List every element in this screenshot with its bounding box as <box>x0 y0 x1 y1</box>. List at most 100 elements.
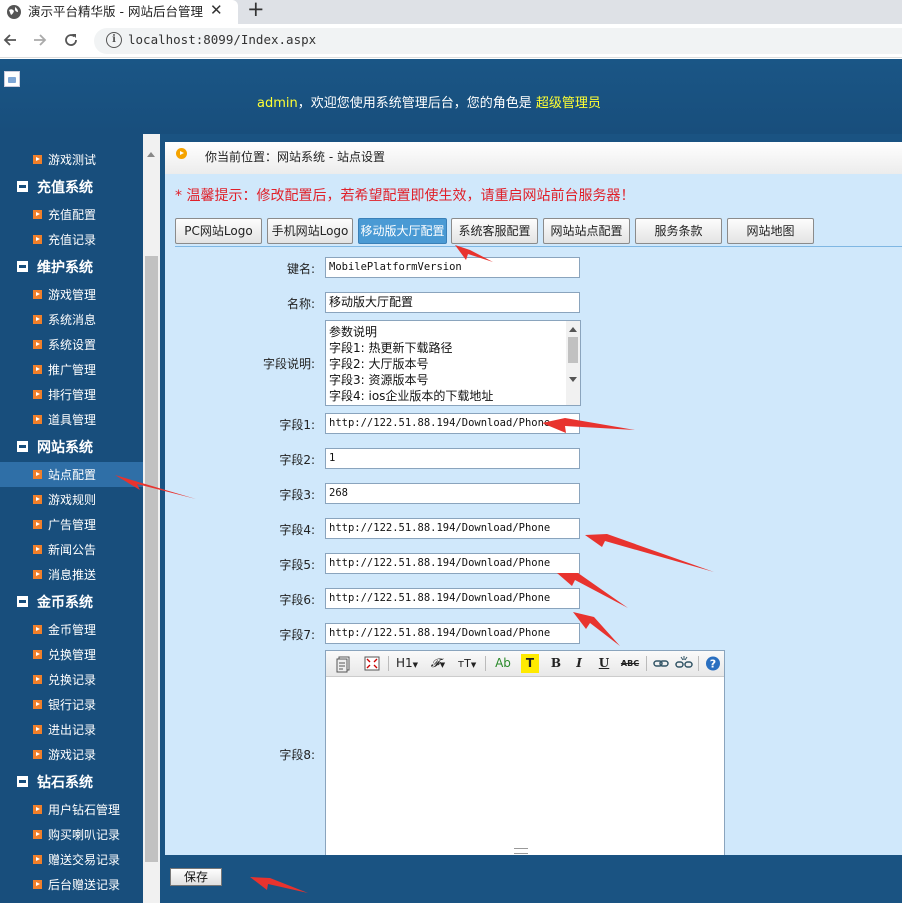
field6-input[interactable]: http://122.51.88.194/Download/Phone <box>325 588 580 609</box>
italic-button[interactable]: I <box>572 654 586 673</box>
collapse-icon <box>17 776 28 787</box>
sidebar-item[interactable]: 充值配置 <box>0 202 143 227</box>
description-line: 字段1: 热更新下载路径 <box>329 341 453 355</box>
heading-button[interactable]: H1▼ <box>394 654 420 673</box>
sidebar-item[interactable]: 购买喇叭记录 <box>0 822 143 847</box>
scroll-thumb[interactable] <box>145 256 158 862</box>
name-input[interactable]: 移动版大厅配置 <box>325 292 580 313</box>
unlink-icon[interactable] <box>675 654 693 673</box>
help-icon[interactable]: ? <box>704 654 722 673</box>
sidebar-item[interactable]: 游戏管理 <box>0 282 143 307</box>
sidebar-group-label: 钻石系统 <box>37 775 93 791</box>
description-textarea[interactable]: 参数说明 字段1: 热更新下载路径 字段2: 大厅版本号 字段3: 资源版本号 … <box>325 320 581 406</box>
sidebar-item[interactable]: 道具管理 <box>0 407 143 432</box>
sidebar-group[interactable]: 维护系统 <box>0 252 143 282</box>
back-arrow-icon[interactable] <box>2 32 18 48</box>
strikethrough-button[interactable]: ABC <box>619 654 641 673</box>
sidebar-group-label: 金币系统 <box>37 595 93 611</box>
sidebar-item[interactable]: 推广管理 <box>0 357 143 382</box>
scroll-up-icon[interactable] <box>147 152 155 157</box>
highlight-color-button[interactable]: T <box>521 654 539 673</box>
collapse-icon <box>17 181 28 192</box>
chevron-down-icon: ▼ <box>439 661 446 669</box>
sidebar-item[interactable]: 兑换管理 <box>0 642 143 667</box>
textarea-scrollbar[interactable] <box>566 321 580 405</box>
field6-label: 字段6: <box>279 593 315 607</box>
sidebar-scrollbar[interactable] <box>143 134 160 903</box>
tab-mobile-hall[interactable]: 移动版大厅配置 <box>358 218 447 244</box>
save-button[interactable]: 保存 <box>170 868 222 886</box>
sidebar-item[interactable]: 新闻公告 <box>0 537 143 562</box>
browser-tab[interactable]: 演示平台精华版 - 网站后台管理 ✕ <box>0 0 238 24</box>
sidebar-group[interactable]: 充值系统 <box>0 172 143 202</box>
sidebar-item[interactable]: 广告管理 <box>0 512 143 537</box>
link-icon[interactable] <box>652 654 670 673</box>
scroll-down-icon[interactable] <box>569 377 577 382</box>
site-info-icon[interactable]: i <box>106 32 122 48</box>
breadcrumb-bar: 你当前位置：网站系统 - 站点设置 <box>165 142 902 174</box>
sidebar-item[interactable]: 系统消息 <box>0 307 143 332</box>
sidebar-item[interactable]: 金币管理 <box>0 617 143 642</box>
field1-label: 字段1: <box>279 418 315 432</box>
sidebar-item[interactable]: 银行记录 <box>0 692 143 717</box>
sidebar-item[interactable]: 充值记录 <box>0 227 143 252</box>
sidebar-item[interactable]: 排行管理 <box>0 382 143 407</box>
field7-input[interactable]: http://122.51.88.194/Download/Phone <box>325 623 580 644</box>
sidebar-item[interactable]: 站点配置 <box>0 462 143 487</box>
sidebar-item[interactable]: 系统设置 <box>0 332 143 357</box>
close-tab-icon[interactable]: ✕ <box>210 1 223 19</box>
sidebar-item[interactable]: 赠送交易记录 <box>0 847 143 872</box>
sidebar-item[interactable]: 兑换记录 <box>0 667 143 692</box>
logo-image <box>4 71 20 87</box>
sidebar-item[interactable]: 游戏记录 <box>0 742 143 767</box>
fullscreen-icon[interactable] <box>363 654 381 673</box>
sidebar-group[interactable]: 金币系统 <box>0 587 143 617</box>
forward-arrow-icon[interactable] <box>32 32 48 48</box>
tab-customer-service[interactable]: 系统客服配置 <box>451 218 538 244</box>
url-field[interactable]: i localhost:8099/Index.aspx <box>94 28 902 54</box>
sidebar-item[interactable]: 消息推送 <box>0 562 143 587</box>
font-family-button[interactable]: 𝓕▼ <box>427 654 449 673</box>
bullet-arrow-icon <box>33 470 42 479</box>
rich-text-editor[interactable]: H1▼ 𝓕▼ тT▼ Ab T B I U ABC ? <box>325 650 725 857</box>
tab-site-config[interactable]: 网站站点配置 <box>543 218 630 244</box>
scroll-thumb[interactable] <box>568 337 578 363</box>
bullet-arrow-icon <box>33 830 42 839</box>
font-size-label: тT <box>457 657 471 670</box>
reload-icon[interactable] <box>63 32 79 48</box>
sidebar-item[interactable]: 用户钻石管理 <box>0 797 143 822</box>
sidebar-item-label: 站点配置 <box>48 468 97 482</box>
bold-button[interactable]: B <box>548 654 564 673</box>
sidebar-item[interactable]: 后台赠送记录 <box>0 872 143 897</box>
bullet-arrow-icon <box>33 235 42 244</box>
tab-pc-logo[interactable]: PC网站Logo <box>175 218 262 244</box>
welcome-text: ，欢迎您使用系统管理后台，您的角色是 <box>297 96 532 111</box>
key-input[interactable]: MobilePlatformVersion <box>325 257 580 278</box>
sidebar-group[interactable]: 网站系统 <box>0 432 143 462</box>
field5-input[interactable]: http://122.51.88.194/Download/Phone <box>325 553 580 574</box>
sidebar-item[interactable]: 游戏规则 <box>0 487 143 512</box>
sidebar-item-label: 购买喇叭记录 <box>48 828 121 842</box>
resize-grip-icon[interactable] <box>514 848 528 854</box>
description-line: 字段3: 资源版本号 <box>329 373 429 387</box>
scroll-up-icon[interactable] <box>569 327 577 332</box>
font-size-button[interactable]: тT▼ <box>455 654 479 673</box>
bullet-arrow-icon <box>33 315 42 324</box>
sidebar-item[interactable]: 进出记录 <box>0 717 143 742</box>
tab-sitemap[interactable]: 网站地图 <box>727 218 814 244</box>
sidebar-group-label: 维护系统 <box>37 260 93 276</box>
new-tab-icon[interactable]: + <box>247 0 265 21</box>
key-label: 键名: <box>286 262 315 276</box>
field2-input[interactable]: 1 <box>325 448 580 469</box>
sidebar-item-label: 游戏记录 <box>48 748 97 762</box>
field1-input[interactable]: http://122.51.88.194/Download/Phone <box>325 413 580 434</box>
field3-input[interactable]: 268 <box>325 483 580 504</box>
field4-input[interactable]: http://122.51.88.194/Download/Phone <box>325 518 580 539</box>
underline-button[interactable]: U <box>596 654 612 673</box>
sidebar-group[interactable]: 钻石系统 <box>0 767 143 797</box>
font-color-button[interactable]: Ab <box>492 654 514 673</box>
tab-mobile-logo[interactable]: 手机网站Logo <box>267 218 353 244</box>
sidebar-item[interactable]: 游戏测试 <box>0 147 143 172</box>
source-code-icon[interactable] <box>335 654 353 673</box>
tab-terms[interactable]: 服务条款 <box>635 218 722 244</box>
